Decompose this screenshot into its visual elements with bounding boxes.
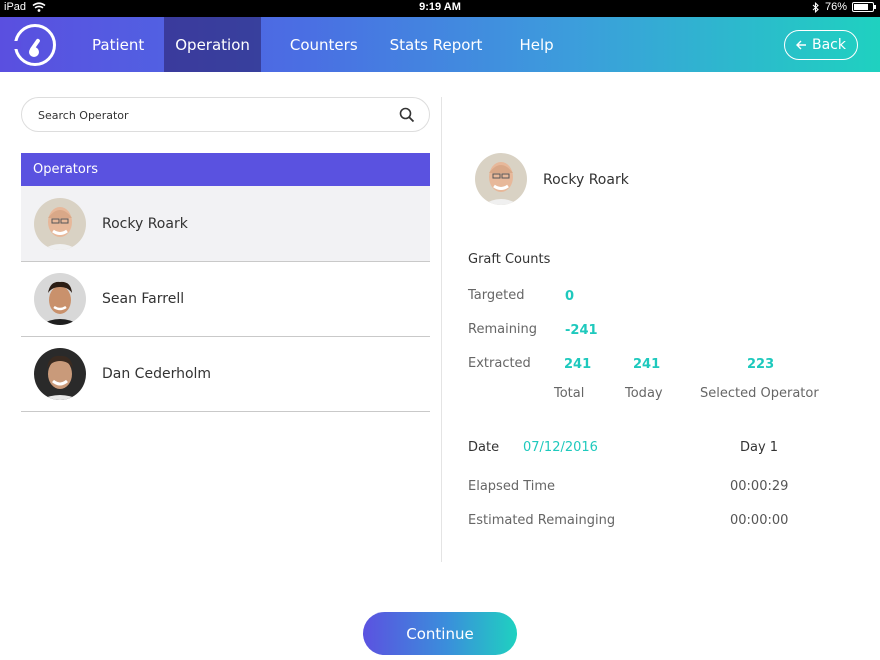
battery-percent: 76%: [824, 1, 847, 13]
list-item[interactable]: Rocky Roark: [21, 186, 430, 262]
arrow-left-icon: [796, 40, 806, 50]
tab-operation[interactable]: Operation: [164, 17, 261, 72]
list-item[interactable]: Dan Cederholm: [21, 337, 430, 412]
tab-stats-report[interactable]: Stats Report: [387, 17, 502, 72]
app-logo-icon[interactable]: [13, 24, 56, 66]
extracted-label: Extracted: [468, 356, 531, 371]
operators-header: Operators: [21, 153, 430, 186]
selected-operator-label: Selected Operator: [700, 386, 819, 401]
targeted-value: 0: [565, 289, 575, 304]
graft-counts-title: Graft Counts: [468, 252, 551, 267]
back-button[interactable]: Back: [784, 30, 858, 60]
tab-patient[interactable]: Patient: [72, 17, 164, 72]
day-label: Day 1: [740, 440, 779, 455]
date-value: 07/12/2016: [523, 440, 598, 455]
estimated-remaining-label: Estimated Remainging: [468, 513, 616, 528]
battery-icon: [852, 2, 876, 12]
avatar: [34, 273, 86, 325]
nav-tabs: Patient Operation Counters Stats Report …: [72, 17, 554, 72]
date-label: Date: [468, 440, 500, 455]
search-icon[interactable]: [399, 107, 415, 123]
operator-name: Rocky Roark: [102, 215, 188, 232]
extracted-selected-value: 223: [747, 357, 775, 372]
remaining-label: Remaining: [468, 322, 538, 337]
avatar: [34, 348, 86, 400]
operators-list: Rocky Roark Sean Farrell Dan Cederholm: [21, 186, 430, 412]
selected-operator-name: Rocky Roark: [543, 172, 629, 188]
list-item[interactable]: Sean Farrell: [21, 262, 430, 337]
panel-divider: [441, 97, 442, 562]
extracted-total-value: 241: [564, 357, 592, 372]
back-label: Back: [812, 37, 846, 53]
extracted-today-value: 241: [633, 357, 661, 372]
status-right: 76%: [812, 1, 876, 13]
targeted-label: Targeted: [468, 288, 525, 303]
estimated-remaining-value: 00:00:00: [730, 513, 789, 528]
bluetooth-icon: [812, 1, 819, 13]
today-label: Today: [625, 386, 663, 401]
selected-operator-avatar: [475, 153, 527, 205]
search-input[interactable]: [38, 106, 378, 124]
battery-fill: [854, 4, 868, 10]
operator-name: Sean Farrell: [102, 291, 185, 307]
tab-help[interactable]: Help: [501, 17, 553, 72]
tab-counters[interactable]: Counters: [261, 17, 387, 72]
total-label: Total: [554, 386, 585, 401]
elapsed-time-value: 00:00:29: [730, 479, 789, 494]
search-box: [21, 97, 430, 132]
remaining-value: -241: [565, 323, 598, 338]
avatar: [34, 197, 86, 250]
status-time: 9:19 AM: [419, 1, 461, 13]
top-navigation: Patient Operation Counters Stats Report …: [0, 17, 880, 72]
elapsed-time-label: Elapsed Time: [468, 479, 556, 494]
operator-name: Dan Cederholm: [102, 366, 212, 382]
status-bar: iPad 9:19 AM 76%: [0, 0, 880, 17]
continue-button[interactable]: Continue: [363, 612, 517, 655]
